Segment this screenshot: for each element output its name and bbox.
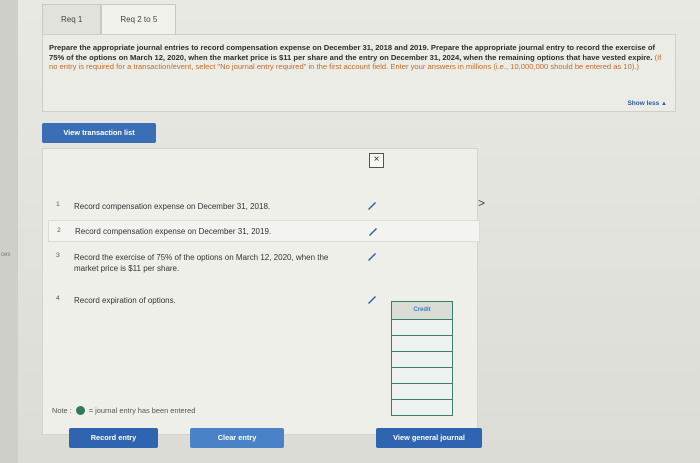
credit-column-table: Credit [391, 301, 453, 416]
legend-note: Note : = journal entry has been entered [52, 406, 195, 415]
record-entry-button[interactable]: Record entry [69, 428, 158, 448]
tab-req-1[interactable]: Req 1 [42, 4, 102, 35]
credit-cell[interactable] [391, 320, 453, 336]
item-number: 2 [57, 227, 61, 234]
list-item-1[interactable]: 1 Record compensation expense on Decembe… [48, 201, 478, 217]
entered-dot-icon [75, 406, 85, 415]
show-less-label: Show less [627, 100, 660, 107]
item-text: Record the exercise of 75% of the option… [74, 253, 329, 273]
item-number: 4 [56, 295, 60, 302]
item-text: Record expiration of options. [74, 296, 176, 305]
item-number: 1 [56, 201, 60, 208]
left-edge-panel: ces [0, 0, 18, 463]
pencil-icon[interactable] [366, 293, 378, 305]
instructions-main: Prepare the appropriate journal entries … [49, 43, 656, 62]
item-text: Record compensation expense on December … [75, 227, 272, 236]
list-item-3[interactable]: 3 Record the exercise of 75% of the opti… [48, 252, 478, 278]
page-background: ces Req 1 Req 2 to 5 Prepare the appropr… [0, 0, 700, 463]
pencil-icon[interactable] [367, 225, 379, 237]
chevron-right-icon[interactable]: > [478, 196, 485, 210]
credit-cell[interactable] [391, 368, 453, 384]
credit-cell[interactable] [391, 336, 453, 352]
credit-cell[interactable] [391, 352, 453, 368]
list-item-2[interactable]: 2 Record compensation expense on Decembe… [48, 220, 480, 242]
instructions-text: Prepare the appropriate journal entries … [49, 43, 667, 72]
instructions-panel: Prepare the appropriate journal entries … [42, 34, 676, 112]
item-number: 3 [56, 252, 60, 259]
tab-req-2-to-5[interactable]: Req 2 to 5 [101, 4, 177, 35]
show-less-link[interactable]: Show less ▲ [627, 100, 667, 107]
item-text: Record compensation expense on December … [74, 202, 271, 211]
clear-entry-button[interactable]: Clear entry [190, 428, 284, 448]
credit-cell[interactable] [391, 384, 453, 400]
tab-bar: Req 1 Req 2 to 5 [42, 4, 177, 35]
credit-header: Credit [391, 301, 453, 320]
view-transaction-list-button[interactable]: View transaction list [42, 123, 156, 143]
pencil-icon[interactable] [366, 250, 378, 262]
note-label: Note : [52, 406, 72, 415]
pencil-icon[interactable] [366, 199, 378, 211]
note-text: = journal entry has been entered [88, 406, 196, 415]
triangle-up-icon: ▲ [661, 101, 667, 107]
credit-cell[interactable] [391, 400, 453, 416]
close-icon[interactable]: × [369, 153, 384, 168]
left-edge-label: ces [1, 252, 11, 258]
view-general-journal-button[interactable]: View general journal [376, 428, 482, 448]
